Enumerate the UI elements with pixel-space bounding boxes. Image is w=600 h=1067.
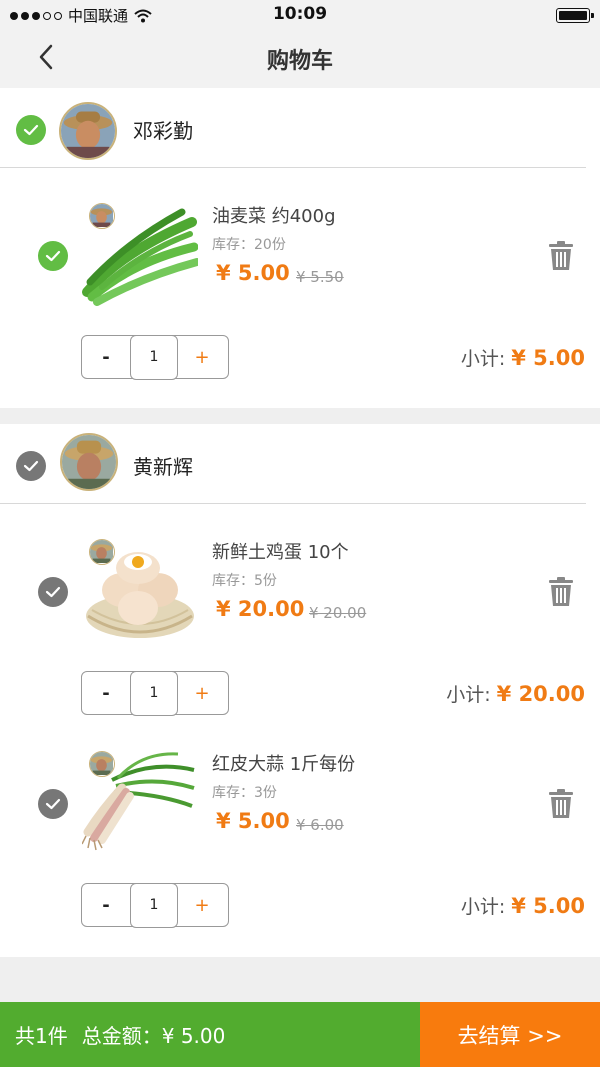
quantity-field[interactable]: 1 [130, 334, 178, 380]
farmer-mini-avatar [89, 203, 115, 229]
status-bar: 中国联通 10:09 [0, 0, 600, 30]
trash-icon[interactable] [547, 576, 575, 608]
trash-icon[interactable] [547, 240, 575, 272]
product-name: 新鲜土鸡蛋 10个 [212, 542, 349, 563]
product-name: 油麦菜 约400g [212, 206, 336, 227]
quantity-stepper: - 1 + [81, 882, 229, 928]
farmer-name: 黄新辉 [133, 455, 193, 479]
page-title: 购物车 [266, 49, 333, 74]
quantity-stepper: - 1 + [81, 670, 229, 716]
divider [0, 167, 586, 168]
checkmark-icon [45, 586, 61, 598]
farmer-mini-avatar [89, 539, 115, 565]
product-price: ¥ 20.00 [216, 597, 305, 621]
subtotal-label: 小计: [460, 348, 506, 370]
product-original-price: ¥ 5.50 [296, 268, 344, 286]
decrease-button[interactable]: - [82, 884, 130, 926]
checkmark-icon [23, 460, 39, 472]
trash-icon[interactable] [547, 788, 575, 820]
product-stock: 库存：3份 [212, 785, 277, 801]
product-price: ¥ 5.00 [216, 261, 290, 285]
checkmark-icon [45, 798, 61, 810]
cart-summary: 共1件 总金额：¥ 5.00 [0, 1002, 420, 1067]
checkout-button[interactable]: 去结算 >> [420, 1002, 600, 1067]
farmer-checkbox[interactable] [16, 451, 46, 481]
farmer-group: 黄新辉 新鲜土鸡蛋 10个 库存：5份 ¥ 20.00 ¥ 20.00 - 1 … [0, 424, 600, 957]
product-original-price: ¥ 20.00 [309, 604, 367, 622]
subtotal-amount: ¥ 20.00 [496, 682, 585, 706]
farmer-name: 邓彩勤 [133, 119, 193, 143]
decrease-button[interactable]: - [82, 336, 130, 378]
checkout-bar: 共1件 总金额：¥ 5.00 去结算 >> [0, 1002, 600, 1067]
decrease-button[interactable]: - [82, 672, 130, 714]
product-price: ¥ 5.00 [216, 809, 290, 833]
increase-button[interactable]: + [178, 336, 226, 378]
product-name: 红皮大蒜 1斤每份 [212, 754, 356, 775]
subtotal-label: 小计: [460, 896, 506, 918]
farmer-avatar [59, 102, 117, 160]
item-subtotal: 小计: ¥ 20.00 [446, 680, 585, 707]
increase-button[interactable]: + [178, 884, 226, 926]
product-stock: 库存：20份 [212, 237, 286, 253]
total-value: ¥ 5.00 [161, 1024, 226, 1048]
status-time: 10:09 [272, 4, 328, 24]
farmer-checkbox[interactable] [16, 115, 46, 145]
increase-button[interactable]: + [178, 672, 226, 714]
farmer-header: 黄新辉 [0, 424, 600, 504]
farmer-mini-avatar [89, 751, 115, 777]
item-subtotal: 小计: ¥ 5.00 [461, 892, 585, 919]
item-count: 共1件 [15, 1024, 68, 1048]
checkmark-icon [23, 124, 39, 136]
divider [0, 503, 586, 504]
item-checkbox[interactable] [38, 241, 68, 271]
item-checkbox[interactable] [38, 789, 68, 819]
farmer-avatar [60, 433, 118, 491]
subtotal-amount: ¥ 5.00 [511, 346, 585, 370]
subtotal-label: 小计: [446, 684, 491, 706]
subtotal-amount: ¥ 5.00 [511, 894, 585, 918]
product-original-price: ¥ 6.00 [296, 816, 344, 834]
product-stock: 库存：5份 [212, 573, 277, 589]
nav-bar: 购物车 [0, 30, 600, 88]
quantity-stepper: - 1 + [81, 334, 229, 380]
item-subtotal: 小计: ¥ 5.00 [461, 344, 585, 371]
total-amount: 总金额：¥ 5.00 [82, 1020, 226, 1049]
total-label: 总金额： [81, 1024, 162, 1048]
quantity-field[interactable]: 1 [130, 882, 178, 928]
quantity-field[interactable]: 1 [130, 670, 178, 716]
farmer-group: 邓彩勤 油麦菜 约400g 库存：20份 ¥ 5.00 ¥ 5.50 - 1 +… [0, 88, 600, 408]
farmer-header: 邓彩勤 [0, 88, 600, 168]
battery-icon [556, 8, 594, 23]
item-checkbox[interactable] [38, 577, 68, 607]
checkmark-icon [45, 250, 61, 262]
